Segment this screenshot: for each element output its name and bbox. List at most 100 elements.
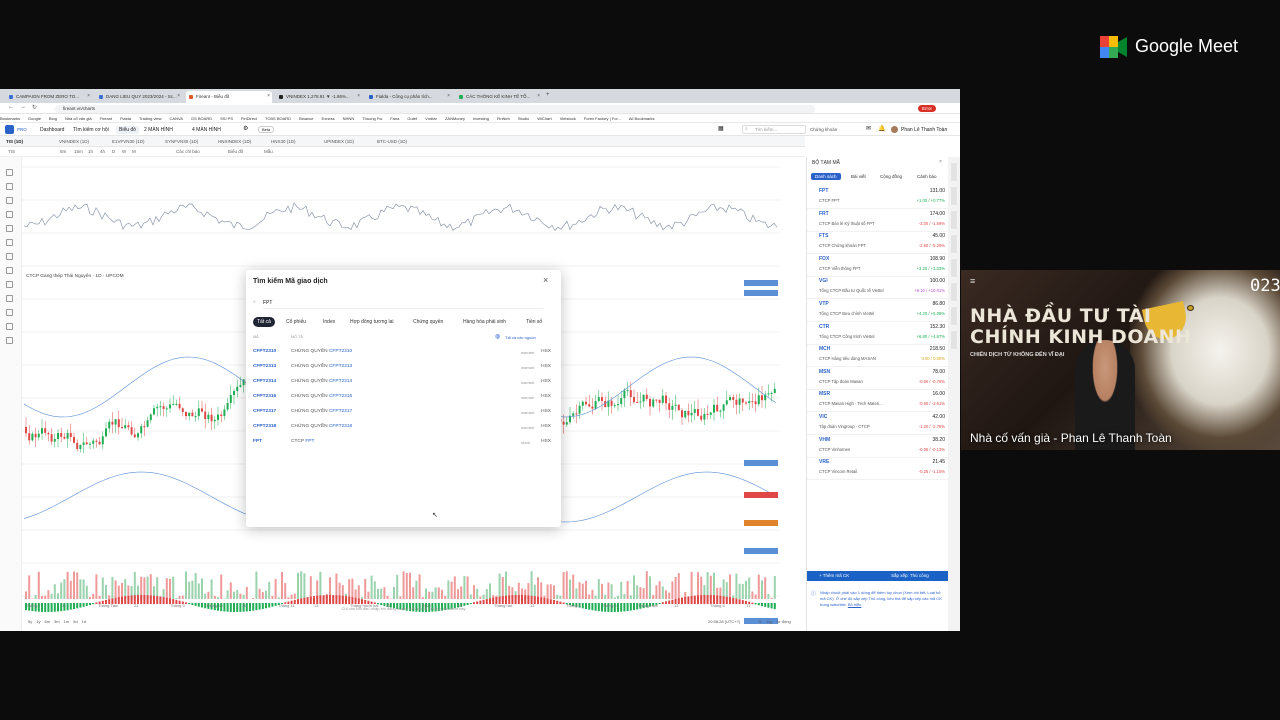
watchlist-row[interactable]: FPT CTCP FPT 131.00 +1.00 / +0.77%: [807, 186, 949, 209]
bookmark-item[interactable]: Binance: [299, 114, 313, 121]
chart-tool[interactable]: 5m: [60, 149, 66, 154]
chart-tab[interactable]: VNINDEX (1D): [59, 139, 89, 144]
bookmark-item[interactable]: Forex Factory | For...: [584, 114, 621, 121]
side-rail-button[interactable]: [951, 187, 957, 205]
chart-tab[interactable]: TIS (1D): [6, 139, 23, 144]
new-tab-icon[interactable]: +: [546, 92, 550, 98]
bookmark-item[interactable]: NHNN: [343, 114, 355, 121]
chart-tool[interactable]: M: [132, 149, 136, 154]
lock-icon[interactable]: [6, 309, 13, 316]
watchlist-row[interactable]: VIC Tập đoàn Vingroup - CTCP 42.00 -1.20 / …: [807, 412, 949, 435]
chat-icon[interactable]: ✉: [866, 125, 871, 132]
filter-chip[interactable]: Cổ phiếu: [282, 317, 310, 327]
cursor-icon[interactable]: [6, 169, 13, 176]
bookmark-item[interactable]: All Bookmarks: [629, 114, 655, 121]
nav-chart[interactable]: Biểu đồ: [116, 126, 139, 134]
close-icon[interactable]: ×: [177, 93, 180, 99]
text-icon[interactable]: [6, 239, 13, 246]
bookmark-item[interactable]: FinDirect: [241, 114, 257, 121]
bookmark-item[interactable]: Trading view: [139, 114, 162, 121]
chart-tool[interactable]: Mẫu: [264, 149, 273, 154]
bookmark-item[interactable]: ZANMoney: [445, 114, 465, 121]
filter-chip[interactable]: Index: [319, 317, 339, 327]
nav-opportunity[interactable]: Tìm kiếm cơ hội: [73, 127, 109, 133]
bookmark-item[interactable]: Investing: [473, 114, 489, 121]
result-row[interactable]: CFPT2316 CHỨNG QUYỀN CFPT2316 warrant HSX: [253, 391, 553, 405]
browser-tab[interactable]: CÁC THÔNG KẾ KINH TẾ TỔ... ×: [456, 91, 542, 103]
fib-icon[interactable]: [6, 211, 13, 218]
close-icon[interactable]: ×: [357, 93, 360, 99]
close-icon[interactable]: ×: [87, 93, 90, 99]
error-button[interactable]: Error: [918, 105, 936, 112]
close-icon[interactable]: ×: [447, 93, 450, 99]
brush-icon[interactable]: [6, 225, 13, 232]
forward-icon[interactable]: →: [20, 104, 26, 110]
close-dialog-button[interactable]: ×: [543, 275, 548, 285]
watchlist-row[interactable]: FRT CTCP Bán lẻ Kỹ thuật số FPT 174.00 -3.0…: [807, 209, 949, 232]
bookmark-item[interactable]: Vndtar: [425, 114, 437, 121]
browser-tab[interactable]: CAMPAIGN FROM ZERO TO... ×: [6, 91, 92, 103]
tab-alerts[interactable]: Cảnh báo: [917, 174, 937, 179]
scale-option[interactable]: tự động: [777, 619, 791, 624]
settings-icon[interactable]: ⚙: [243, 125, 248, 132]
grid-icon[interactable]: ▦: [718, 125, 724, 132]
result-row[interactable]: FPT CTCP FPT stock HSX: [253, 436, 553, 450]
side-rail-button[interactable]: [951, 283, 957, 301]
result-row[interactable]: CFPT2318 CHỨNG QUYỀN CFPT2318 warrant HSX: [253, 421, 553, 435]
trash-icon[interactable]: [6, 337, 13, 344]
nav-2-screens[interactable]: 2 MÀN HÌNH: [144, 127, 173, 133]
result-row[interactable]: CFPT2313 CHỨNG QUYỀN CFPT2313 warrant HSX: [253, 361, 553, 375]
symbol-search-input[interactable]: FPT: [263, 300, 543, 309]
chart-tab[interactable]: UPINDEX (1D): [324, 139, 354, 144]
sort-button[interactable]: Sắp xếp: Thủ công: [891, 573, 929, 578]
nav-dashboard[interactable]: Dashboard: [40, 127, 64, 133]
chart-tab[interactable]: HNX30 (1D): [271, 139, 296, 144]
measure-icon[interactable]: [6, 267, 13, 274]
period-button[interactable]: 6m: [44, 619, 50, 624]
filter-chip[interactable]: Tất cả: [253, 317, 275, 327]
chart-tab[interactable]: HNXINDEX (1D): [218, 139, 251, 144]
side-rail-button[interactable]: [951, 163, 957, 181]
bookmark-item[interactable]: Exness: [322, 114, 335, 121]
watchlist-row[interactable]: MSN CTCP Tập đoàn Masan 78.00 -0.60 / -0.76…: [807, 367, 949, 390]
chart-tool[interactable]: 4h: [100, 149, 105, 154]
period-button[interactable]: 5d: [73, 619, 77, 624]
bookmark-item[interactable]: SSI PS: [220, 114, 233, 121]
result-row[interactable]: CFPT2317 CHỨNG QUYỀN CFPT2317 warrant HSX: [253, 406, 553, 420]
pattern-icon[interactable]: [6, 253, 13, 260]
chart-tab[interactable]: E1VFVN30 (1D): [112, 139, 145, 144]
chart-tool[interactable]: 1h: [88, 149, 93, 154]
back-icon[interactable]: ←: [8, 104, 14, 110]
watchlist-row[interactable]: VGI Tổng CTCP Đầu tư Quốc tế Viettel 100.0…: [807, 276, 949, 300]
tab-list[interactable]: Danh sách: [811, 173, 841, 180]
eye-icon[interactable]: [6, 323, 13, 330]
scale-option[interactable]: %: [758, 619, 762, 624]
result-row[interactable]: CFPT2314 CHỨNG QUYỀN CFPT2314 warrant HSX: [253, 376, 553, 390]
filter-chip[interactable]: Tiền số: [522, 317, 546, 327]
chart-tool[interactable]: 15m: [74, 149, 83, 154]
bookmark-item[interactable]: Bookmarks: [0, 114, 20, 121]
period-button[interactable]: 1y: [36, 619, 40, 624]
watchlist-row[interactable]: MSR CTCP Masan High - Tech Materi... 16.00…: [807, 389, 949, 413]
bookmark-item[interactable]: Blog: [49, 114, 57, 121]
bookmark-item[interactable]: TCBS BOARD: [265, 114, 291, 121]
watchlist-row[interactable]: FTS CTCP Chứng khoán FPT 45.00 -2.50 / -5.2…: [807, 231, 949, 255]
tab-community[interactable]: Cộng đồng: [880, 174, 902, 179]
watchlist-row[interactable]: VHM CTCP Vinhomes 38.20 -0.05 / -0.13%: [807, 435, 949, 458]
bookmark-item[interactable]: WiChart: [537, 114, 551, 121]
bookmark-item[interactable]: Google: [28, 114, 41, 121]
watchlist-row[interactable]: VTP Tổng CTCP Bưu chính Viettel 86.80 +4.20…: [807, 299, 949, 322]
bookmark-item[interactable]: FinNeh: [497, 114, 510, 121]
filter-chip[interactable]: Hàng hóa phái sinh: [459, 317, 510, 327]
chart-tool[interactable]: Các chỉ báo: [176, 149, 200, 154]
watchlist-row[interactable]: VRE CTCP Vincom Retail 21.45 -0.25 / -1.15%: [807, 457, 949, 481]
url-field[interactable]: fireant.vn/charts: [55, 105, 815, 113]
side-rail-button[interactable]: [951, 307, 957, 325]
avatar[interactable]: [891, 126, 898, 133]
period-button[interactable]: 1m: [64, 619, 70, 624]
bookmark-item[interactable]: Thuong Fw: [362, 114, 382, 121]
scale-option[interactable]: log: [767, 619, 772, 624]
period-button[interactable]: 3m: [54, 619, 60, 624]
side-rail-button[interactable]: [951, 211, 957, 229]
chart-tool[interactable]: D: [112, 149, 115, 154]
